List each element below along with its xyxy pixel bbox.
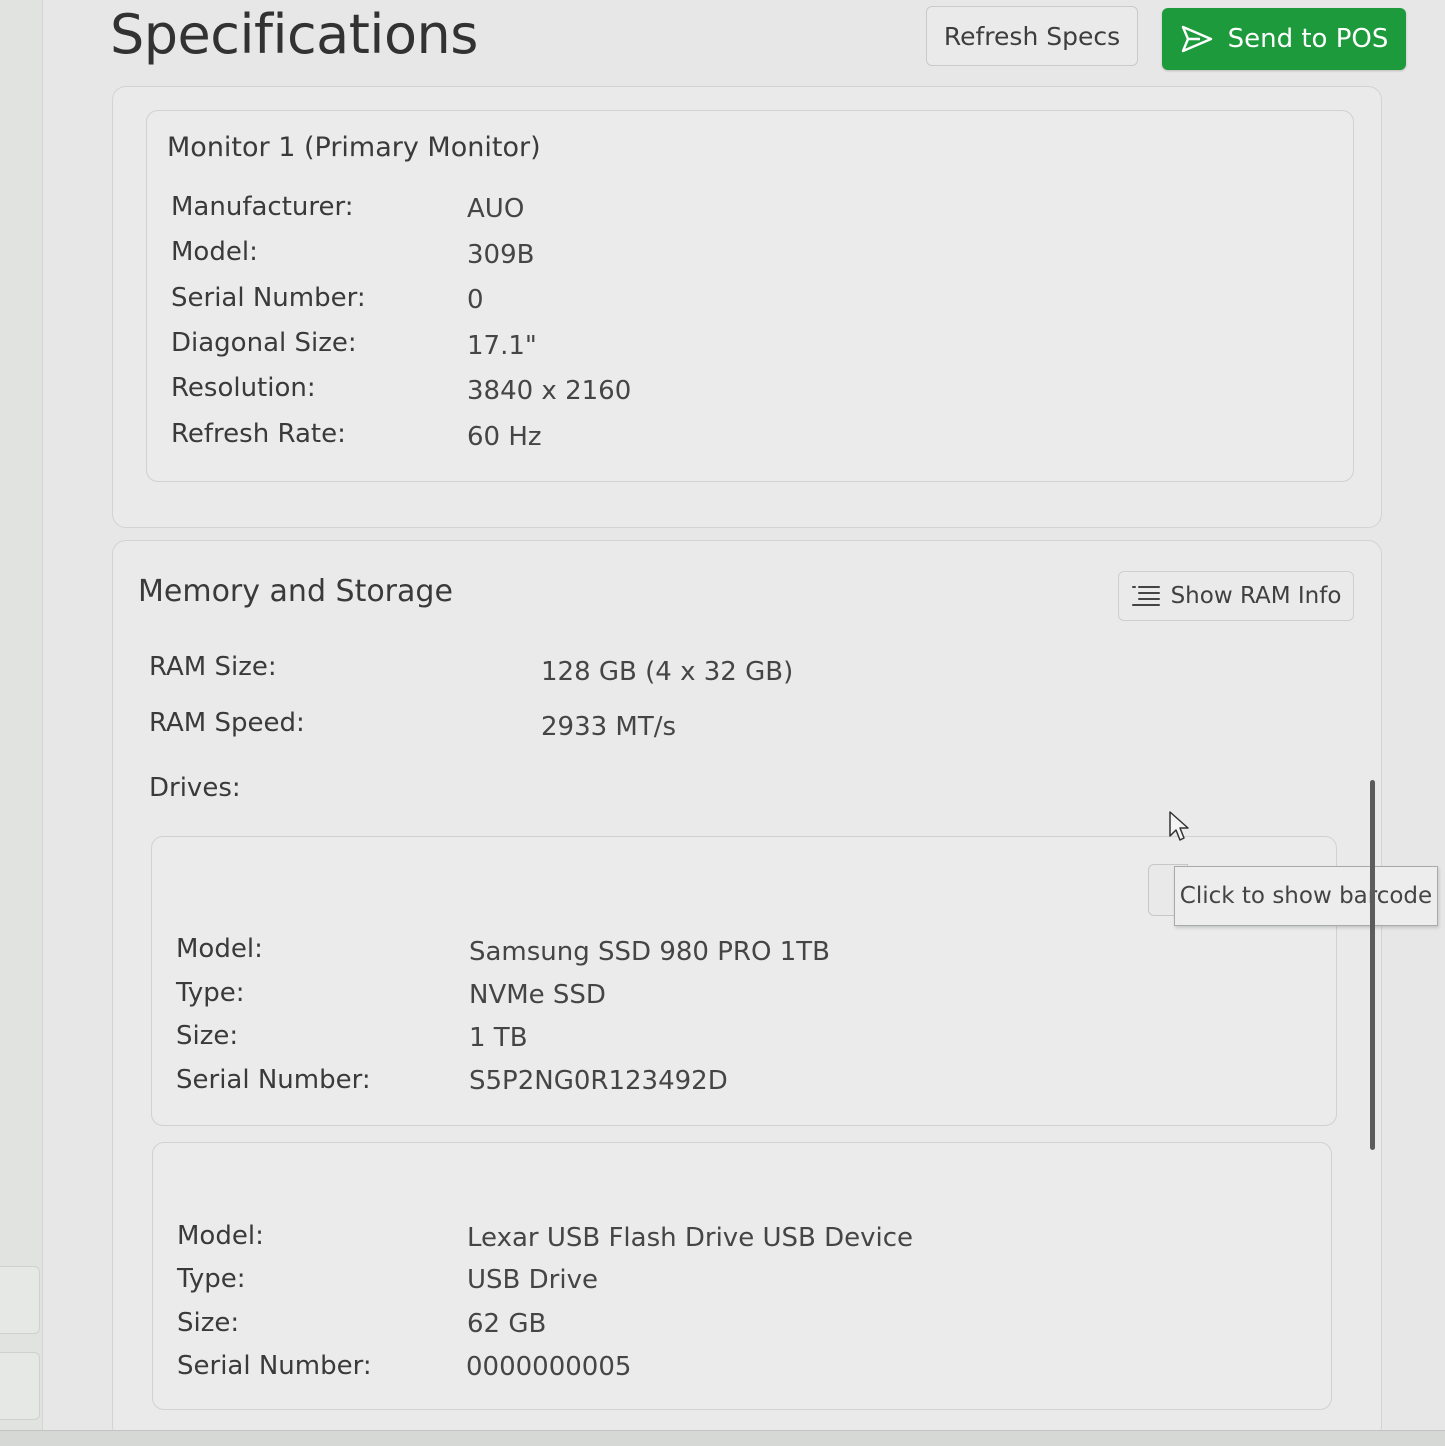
drive-1-size-label: Size: [176, 1021, 239, 1051]
monitor-resolution-label: Resolution: [171, 373, 316, 403]
drive-2-model-label: Model: [177, 1221, 264, 1251]
send-icon [1181, 25, 1212, 53]
drive-2-type-value: USB Drive [467, 1265, 598, 1295]
drive-2-model-value: Lexar USB Flash Drive USB Device [467, 1223, 914, 1253]
scrollbar[interactable] [1370, 780, 1375, 1150]
monitor-refresh-label: Refresh Rate: [171, 419, 346, 449]
monitor-serial-value: 0 [467, 285, 484, 315]
barcode-tooltip-text: Click to show barcode [1179, 883, 1433, 909]
drive-2-size-label: Size: [177, 1308, 240, 1338]
monitor-diagonal-label: Diagonal Size: [171, 328, 357, 358]
monitor-refresh-value: 60 Hz [467, 422, 542, 452]
ram-size-value: 128 GB (4 x 32 GB) [541, 657, 794, 687]
sidebar-tab[interactable] [0, 1352, 40, 1420]
barcode-tooltip: Click to show barcode [1174, 866, 1438, 926]
ram-size-label: RAM Size: [149, 652, 277, 682]
drives-label: Drives: [149, 773, 241, 803]
drive-1-model-value: Samsung SSD 980 PRO 1TB [469, 937, 830, 967]
drive-1-size-value: 1 TB [469, 1023, 528, 1053]
mouse-cursor-icon [1169, 811, 1189, 841]
drive-1-serial-value: S5P2NG0R123492D [469, 1066, 728, 1096]
drive-2-size-value: 62 GB [467, 1309, 547, 1339]
drive-1-type-label: Type: [176, 978, 245, 1008]
list-icon [1131, 586, 1160, 606]
monitor-model-value: 309B [467, 240, 535, 270]
monitor-manufacturer-value: AUO [467, 194, 525, 224]
ram-speed-value: 2933 MT/s [541, 712, 677, 742]
drive-2-serial-value: 0000000005 [466, 1352, 632, 1382]
memory-storage-title: Memory and Storage [138, 574, 453, 609]
left-sidebar [0, 0, 43, 1445]
monitor-manufacturer-label: Manufacturer: [171, 192, 354, 222]
refresh-specs-label: Refresh Specs [943, 21, 1121, 51]
ram-speed-label: RAM Speed: [149, 708, 305, 738]
monitor-model-label: Model: [171, 237, 258, 267]
sidebar-tab[interactable] [0, 1266, 40, 1334]
drive-2-serial-label: Serial Number: [177, 1351, 372, 1381]
show-ram-info-button[interactable]: Show RAM Info [1118, 571, 1354, 621]
refresh-specs-button[interactable]: Refresh Specs [926, 6, 1138, 66]
monitor-diagonal-value: 17.1" [467, 331, 537, 361]
send-to-pos-label: Send to POS [1227, 24, 1389, 54]
drive-1-model-label: Model: [176, 934, 263, 964]
monitor-resolution-value: 3840 x 2160 [467, 376, 632, 406]
drive-1-type-value: NVMe SSD [469, 980, 606, 1010]
window-bottom-edge [0, 1430, 1445, 1446]
monitor-title: Monitor 1 (Primary Monitor) [167, 132, 541, 163]
page-title: Specifications [110, 3, 478, 66]
monitor-serial-label: Serial Number: [171, 283, 366, 313]
drive-1-serial-label: Serial Number: [176, 1065, 371, 1095]
drive-2-type-label: Type: [177, 1264, 246, 1294]
show-ram-info-label: Show RAM Info [1170, 583, 1342, 609]
send-to-pos-button[interactable]: Send to POS [1162, 8, 1406, 70]
